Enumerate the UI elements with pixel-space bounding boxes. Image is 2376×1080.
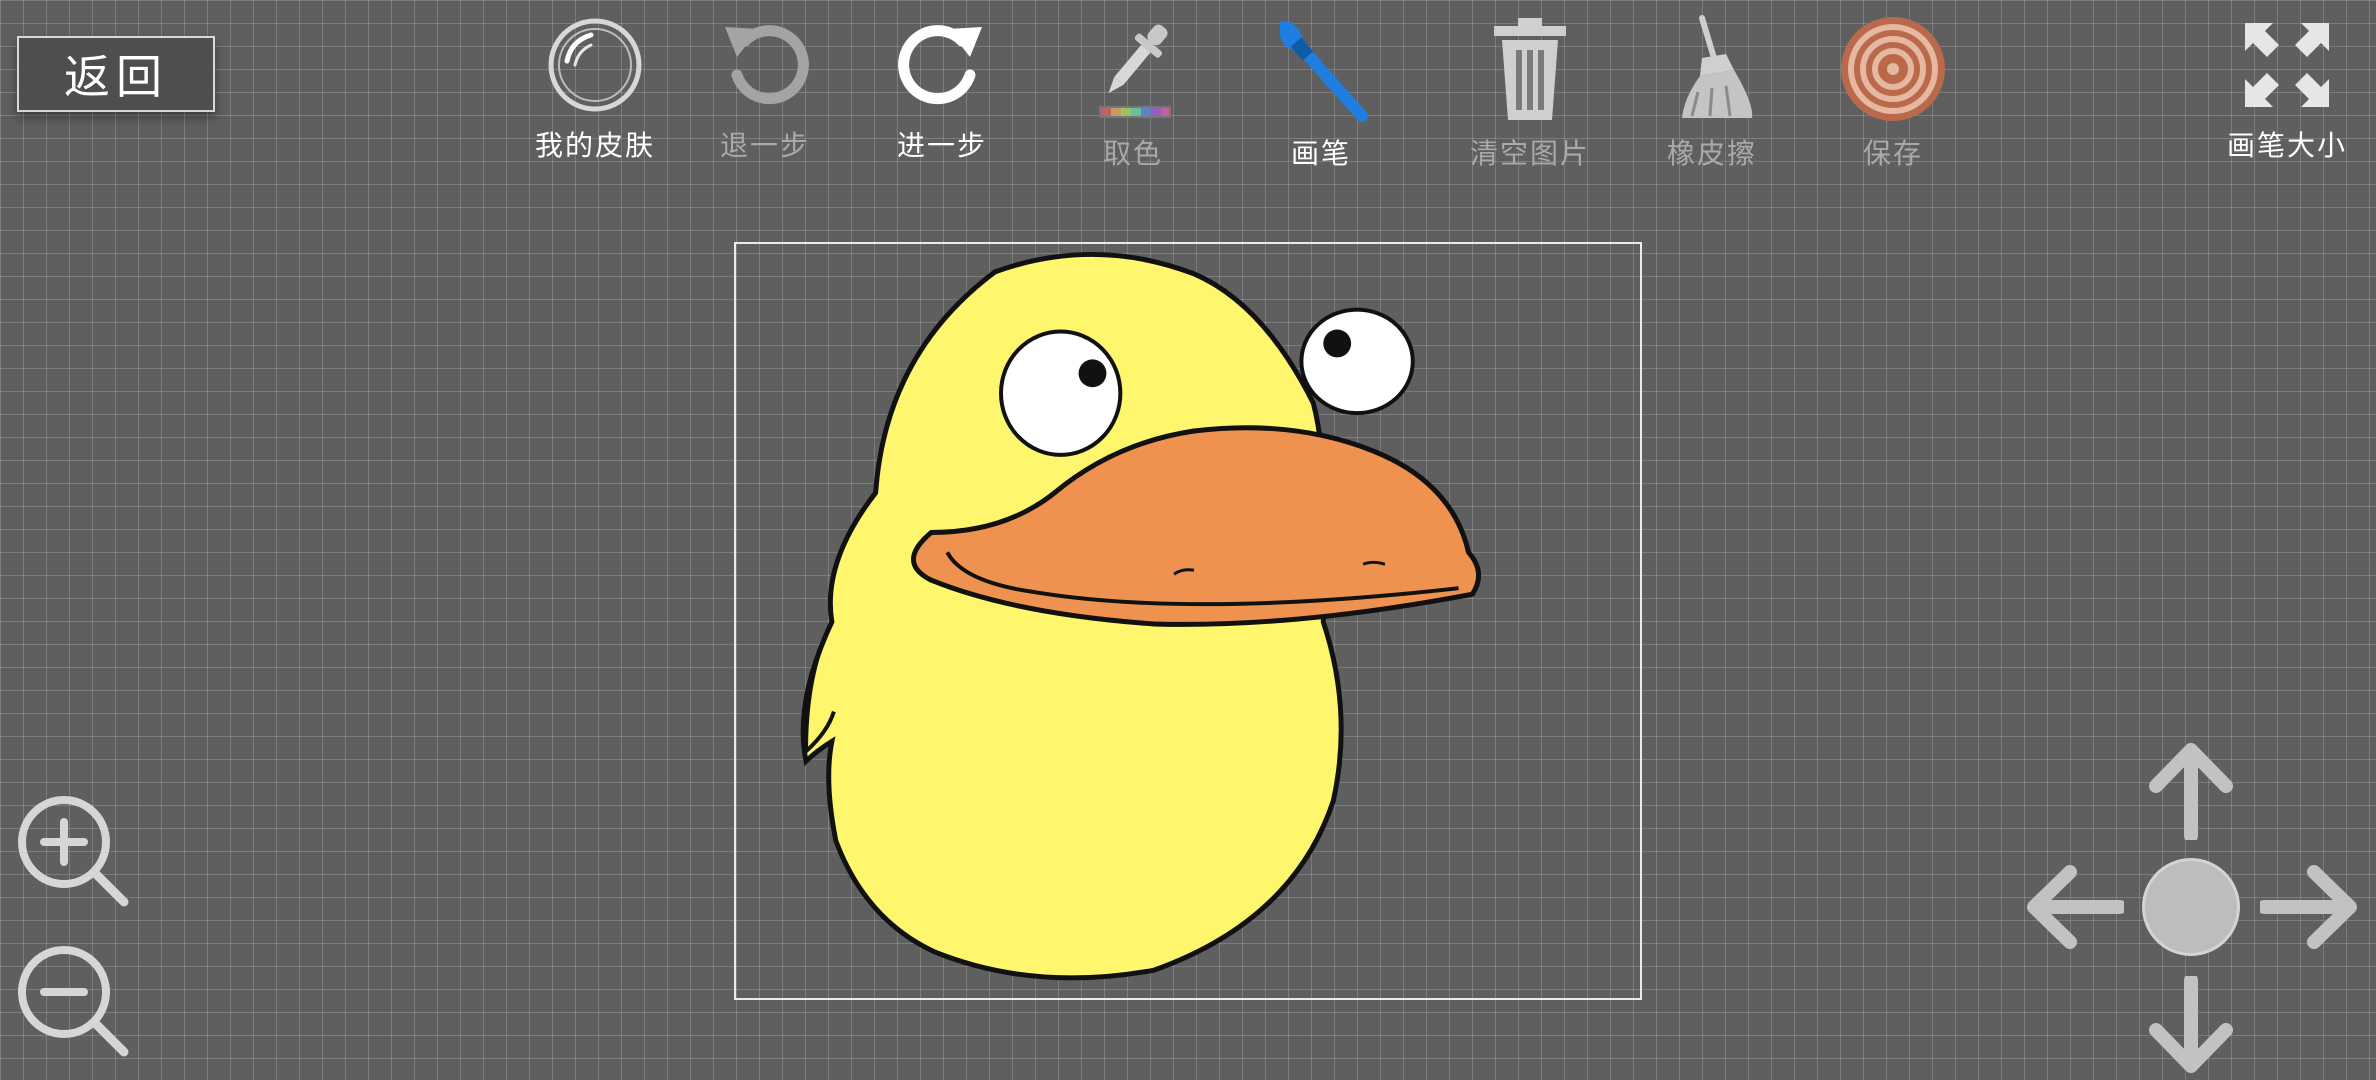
zoom-out-button[interactable] [14,942,130,1058]
move-up-button[interactable] [2146,740,2236,840]
trash-can-icon [1475,14,1585,124]
brush-label: 画笔 [1290,137,1351,170]
save-button[interactable]: 保存 [1808,14,1978,170]
undo-button[interactable]: 退一步 [680,14,850,164]
undo-arrow-icon [710,14,820,116]
pick-color-button[interactable]: 取色 [1048,14,1218,170]
move-down-button[interactable] [2146,976,2236,1076]
pick-color-label: 取色 [1102,137,1163,170]
redo-arrow-icon [887,14,997,116]
brush-button[interactable]: 画笔 [1236,14,1406,170]
expand-arrows-icon [2232,14,2342,116]
paintbrush-icon [1266,14,1376,124]
redo-label: 进一步 [896,129,987,162]
move-left-button[interactable] [2024,862,2124,952]
direction-pad-center[interactable] [2142,858,2240,956]
my-skin-button[interactable]: 我的皮肤 [510,14,680,164]
undo-label: 退一步 [719,129,810,162]
back-button[interactable]: 返回 [17,36,215,112]
eraser-button[interactable]: 橡皮擦 [1627,14,1797,170]
move-right-button[interactable] [2260,862,2360,952]
clear-button[interactable]: 清空图片 [1445,14,1615,170]
my-skin-label: 我的皮肤 [534,129,655,162]
direction-pad [2024,740,2364,1080]
zoom-in-button[interactable] [14,792,130,908]
brush-size-button[interactable]: 画笔大小 [2202,14,2372,164]
brush-size-label: 画笔大小 [2226,129,2347,162]
broom-icon [1657,14,1767,124]
crystal-ball-icon [540,14,650,116]
save-label: 保存 [1862,137,1923,170]
duck-drawing [800,251,1481,981]
redo-button[interactable]: 进一步 [857,14,1027,164]
eyedropper-icon [1078,14,1188,124]
zoom-out-icon [18,946,129,1057]
clear-label: 清空图片 [1469,137,1590,170]
eraser-label: 橡皮擦 [1666,137,1757,170]
drawing-canvas[interactable] [734,242,1642,1000]
target-icon [1838,14,1948,124]
zoom-in-icon [18,796,129,907]
